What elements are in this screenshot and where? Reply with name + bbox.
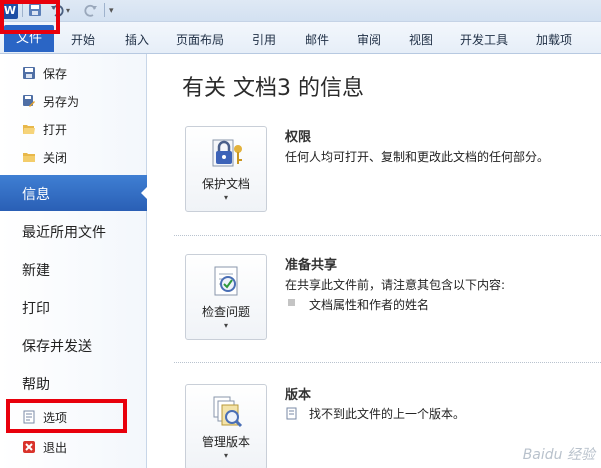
check-issues-button[interactable]: 检查问题 ▾ [185,254,267,340]
close-folder-icon [22,150,36,164]
open-folder-icon [22,122,36,136]
undo-dropdown-icon[interactable]: ▾ [66,3,74,19]
save-icon [22,66,36,80]
exit-icon [22,440,36,454]
nav-item-new-label: 新建 [22,263,50,279]
close-command[interactable]: 关闭 [0,144,147,170]
section-divider [174,362,601,363]
permissions-desc: 任何人均可打开、复制和更改此文档的任何部分。 [285,150,550,164]
selected-arrow-icon [141,186,148,200]
save-command-label: 保存 [43,67,68,81]
permissions-title: 权限 [285,130,312,145]
tab-mailings[interactable]: 邮件 [305,31,329,48]
lock-key-icon [210,137,244,171]
manage-versions-button[interactable]: 管理版本 ▾ [185,384,267,468]
manage-versions-label: 管理版本 [201,435,250,449]
tab-page-layout[interactable]: 页面布局 [176,31,224,48]
dropdown-arrow-icon: ▾ [223,451,228,460]
version-doc-icon [286,405,298,424]
save-as-icon [22,94,36,108]
versions-title: 版本 [285,388,312,403]
protect-document-label: 保护文档 [201,177,250,191]
close-command-label: 关闭 [43,151,68,165]
checklist-icon [210,265,244,299]
nav-item-recent-label: 最近所用文件 [22,225,106,241]
nav-item-save-send-label: 保存并发送 [22,339,92,355]
versions-desc: 找不到此文件的上一个版本。 [309,407,466,421]
nav-item-save-send[interactable]: 保存并发送 [0,327,147,363]
nav-item-print[interactable]: 打印 [0,289,147,325]
page-title: 有关 文档3 的信息 [182,76,364,101]
tab-home[interactable]: 开始 [71,31,95,48]
dropdown-arrow-icon: ▾ [223,321,228,330]
check-issues-label: 检查问题 [201,305,250,319]
dropdown-arrow-icon: ▾ [223,193,228,202]
tab-developer[interactable]: 开发工具 [460,31,508,48]
open-command-label: 打开 [43,123,68,137]
quick-access-toolbar: W ▾ ▾ [0,0,601,22]
tab-view[interactable]: 视图 [409,31,433,48]
bullet-icon [288,299,295,306]
versions-icon [210,395,244,429]
tab-references[interactable]: 引用 [252,31,276,48]
exit-command[interactable]: 退出 [0,434,147,460]
nav-item-print-label: 打印 [22,301,50,317]
save-command[interactable]: 保存 [0,60,147,86]
file-tab-highlight [0,0,60,34]
ribbon-tab-row: 文件 开始 插入 页面布局 引用 邮件 审阅 视图 开发工具 加载项 [0,22,601,54]
info-pane: 有关 文档3 的信息 保护文档 ▾ 权限 任何人均可打开、复制和更改此文档的任何… [148,54,601,468]
toolbar-separator [104,3,105,17]
tab-add-ins[interactable]: 加载项 [536,31,572,48]
open-command[interactable]: 打开 [0,116,147,142]
tab-insert[interactable]: 插入 [125,31,149,48]
nav-item-info-label: 信息 [22,187,50,203]
nav-item-help[interactable]: 帮助 [0,365,147,401]
save-as-command-label: 另存为 [43,95,80,109]
nav-item-help-label: 帮助 [22,377,50,393]
prepare-sharing-desc: 在共享此文件前，请注意其包含以下内容: [285,278,506,292]
nav-item-recent[interactable]: 最近所用文件 [0,213,147,249]
nav-item-new[interactable]: 新建 [0,251,147,287]
exit-command-label: 退出 [43,441,68,455]
prepare-sharing-title: 准备共享 [285,258,338,273]
nav-item-info[interactable]: 信息 [0,175,148,211]
tab-review[interactable]: 审阅 [357,31,381,48]
protect-document-button[interactable]: 保护文档 ▾ [185,126,267,212]
customize-dropdown-icon[interactable]: ▾ [109,3,119,19]
bullet-item: 文档属性和作者的姓名 [309,298,430,312]
save-as-command[interactable]: 另存为 [0,88,147,114]
options-highlight [6,399,127,433]
section-divider [174,235,601,236]
watermark-logo: Baidu 经验 [522,447,595,463]
redo-icon[interactable] [84,3,98,19]
